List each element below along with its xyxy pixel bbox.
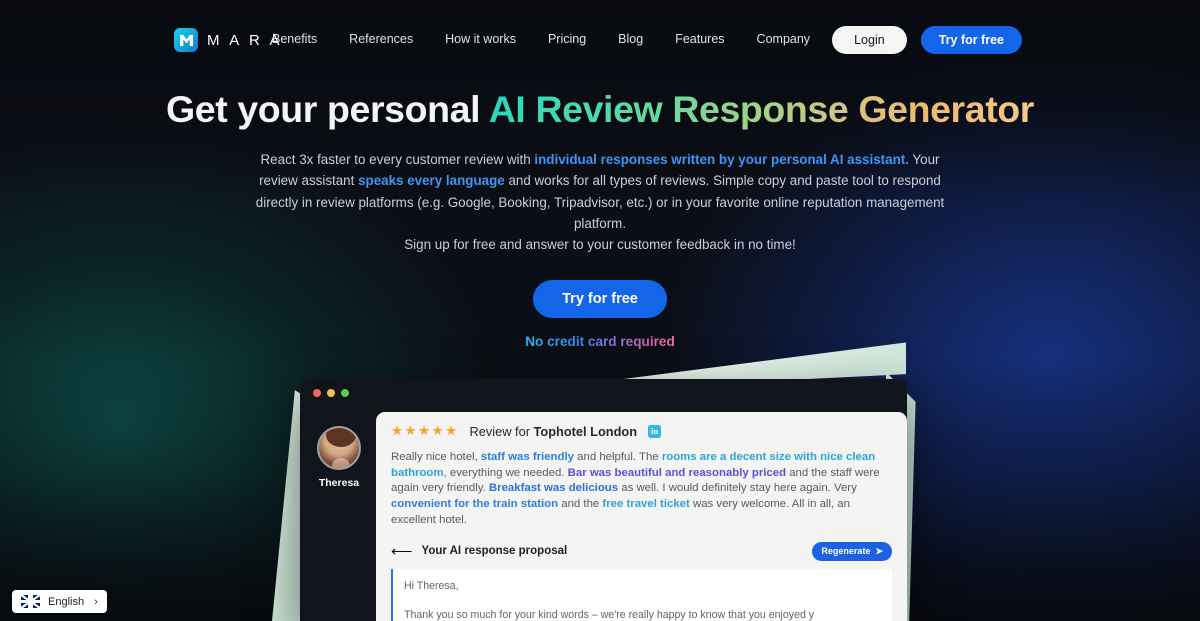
hero-subtext: React 3x faster to every customer review… [255, 149, 945, 255]
hero-try-for-free-button[interactable]: Try for free [533, 280, 667, 319]
nav-item-company[interactable]: Company [741, 32, 827, 46]
review-highlight: staff was friendly [480, 451, 574, 463]
review-part: as well. I would definitely stay here ag… [618, 482, 857, 495]
ai-response-textarea[interactable]: Hi Theresa, Thank you so much for your k… [391, 568, 892, 621]
login-button[interactable]: Login [832, 26, 907, 54]
refresh-icon: ➤ [875, 545, 883, 556]
review-part: and the [558, 498, 603, 511]
reviewer-block: Theresa [308, 412, 370, 621]
review-card-header: ★★★★★ Review for Tophotel London in [391, 423, 892, 439]
mara-logo-icon [174, 28, 198, 52]
nav-item-features[interactable]: Features [659, 32, 740, 46]
review-for-label: Review for Tophotel London [470, 424, 638, 439]
nav-item-references[interactable]: References [333, 32, 429, 46]
nav-item-how-it-works[interactable]: How it works [429, 32, 532, 46]
subtext-part-1: React 3x faster to every customer review… [260, 152, 535, 167]
subtext-bold-1: individual responses written by your per… [534, 152, 909, 167]
header-try-for-free-button[interactable]: Try for free [920, 26, 1022, 54]
brand-logo[interactable]: M A R A [174, 28, 283, 52]
browser-content: Theresa ★★★★★ Review for Tophotel London… [300, 407, 907, 621]
avatar [317, 426, 361, 470]
no-credit-card-note-wrap: No credit card required [0, 318, 1200, 351]
business-name: Tophotel London [533, 423, 638, 439]
no-credit-card-note: No credit card required [525, 334, 675, 350]
ai-response-header: ⟵ Your AI response proposal Regenerate ➤ [391, 541, 892, 561]
review-source-icon: in [648, 424, 662, 438]
review-highlight: convenient for the train station [391, 498, 559, 511]
subtext-part-4: Sign up for free and answer to your cust… [404, 237, 796, 253]
uk-flag-icon [21, 595, 40, 608]
hero-cta-wrap: Try for free No credit card required [0, 280, 1200, 351]
review-part: Really nice hotel, [391, 451, 481, 463]
nav-item-blog[interactable]: Blog [602, 32, 659, 46]
regenerate-button[interactable]: Regenerate ➤ [812, 541, 892, 561]
ai-response-body: Thank you so much for your kind words – … [404, 608, 815, 621]
browser-mockup: Theresa ★★★★★ Review for Tophotel London… [300, 379, 907, 621]
main-nav: Benefits References How it works Pricing… [272, 32, 826, 46]
language-selector[interactable]: English › [12, 590, 107, 613]
ai-response-greeting: Hi Theresa, [404, 579, 459, 592]
window-close-icon[interactable] [313, 389, 321, 397]
browser-titlebar [300, 379, 907, 407]
subtext-bold-2: speaks every language [358, 173, 505, 189]
chevron-right-icon: › [94, 595, 98, 608]
review-highlight: Breakfast was delicious [488, 482, 619, 495]
reply-arrow-icon: ⟵ [391, 542, 413, 560]
hero-section: Get your personal AI Review Response Gen… [0, 88, 1200, 351]
page-title: Get your personal AI Review Response Gen… [0, 88, 1200, 130]
review-highlight: free travel ticket [602, 498, 690, 511]
ai-response-title: Your AI response proposal [421, 545, 568, 558]
review-part: , everything we needed. [443, 466, 568, 479]
nav-item-pricing[interactable]: Pricing [532, 32, 602, 46]
window-maximize-icon[interactable] [341, 389, 349, 397]
review-highlight: Bar was beautiful and reasonably priced [567, 466, 787, 479]
star-rating-icon: ★★★★★ [391, 423, 459, 438]
review-text: Really nice hotel, staff was friendly an… [391, 450, 892, 529]
language-label: English [48, 595, 85, 608]
window-minimize-icon[interactable] [327, 389, 335, 397]
reviewer-name: Theresa [318, 477, 360, 489]
nav-item-benefits[interactable]: Benefits [272, 32, 333, 46]
review-part: and helpful. The [573, 451, 662, 463]
review-card: ★★★★★ Review for Tophotel London in Real… [376, 412, 907, 621]
headline-gradient: AI Review Response Generator [488, 88, 1035, 130]
site-header: M A R A Benefits References How it works… [0, 0, 1200, 78]
headline-plain: Get your personal [166, 88, 489, 130]
page-root: M A R A Benefits References How it works… [0, 0, 1200, 621]
regenerate-label: Regenerate [821, 546, 871, 557]
header-actions: Login Try for free [832, 26, 1022, 54]
review-for-prefix: Review for [469, 423, 534, 439]
